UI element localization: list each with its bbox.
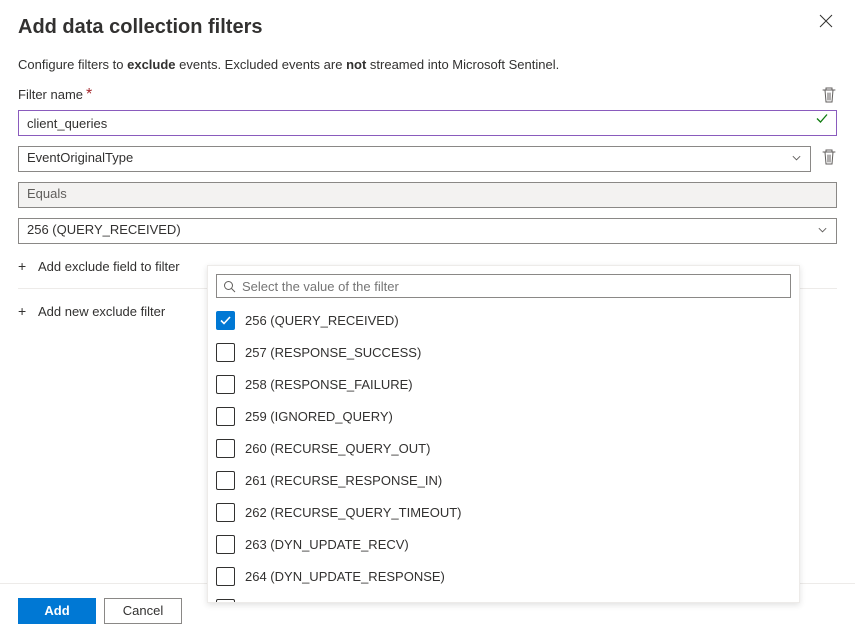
option-label: 260 (RECURSE_QUERY_OUT) [245, 441, 430, 456]
field-select-value: EventOriginalType [27, 150, 133, 165]
option-label: 263 (DYN_UPDATE_RECV) [245, 537, 409, 552]
dropdown-option-list[interactable]: 256 (QUERY_RECEIVED) 257 (RESPONSE_SUCCES… [208, 304, 799, 602]
dropdown-option[interactable]: 265 (IXFR_REQ_OUT) [216, 592, 791, 602]
option-label: 258 (RESPONSE_FAILURE) [245, 377, 413, 392]
chevron-down-icon [817, 224, 828, 239]
dropdown-option[interactable]: 258 (RESPONSE_FAILURE) [216, 368, 791, 400]
dropdown-option[interactable]: 260 (RECURSE_QUERY_OUT) [216, 432, 791, 464]
field-select[interactable]: EventOriginalType [18, 146, 811, 172]
filter-name-label: Filter name [18, 87, 83, 102]
option-label: 259 (IGNORED_QUERY) [245, 409, 393, 424]
page-title: Add data collection filters [18, 16, 837, 39]
dropdown-option[interactable]: 257 (RESPONSE_SUCCESS) [216, 336, 791, 368]
subtitle-text: Configure filters to exclude events. Exc… [0, 43, 855, 80]
dropdown-option[interactable]: 256 (QUERY_RECEIVED) [216, 304, 791, 336]
option-label: 261 (RECURSE_RESPONSE_IN) [245, 473, 442, 488]
dropdown-option[interactable]: 262 (RECURSE_QUERY_TIMEOUT) [216, 496, 791, 528]
checkbox[interactable] [216, 407, 235, 426]
value-dropdown-panel: 256 (QUERY_RECEIVED) 257 (RESPONSE_SUCCES… [207, 265, 800, 603]
required-indicator: * [86, 86, 92, 103]
delete-field-button[interactable] [821, 148, 837, 171]
trash-icon [821, 86, 837, 104]
close-button[interactable] [819, 14, 833, 32]
checkbox[interactable] [216, 471, 235, 490]
plus-icon: + [18, 303, 30, 319]
close-icon [819, 14, 833, 28]
option-label: 257 (RESPONSE_SUCCESS) [245, 345, 421, 360]
dropdown-option[interactable]: 264 (DYN_UPDATE_RESPONSE) [216, 560, 791, 592]
chevron-down-icon [791, 152, 802, 167]
option-label: 262 (RECURSE_QUERY_TIMEOUT) [245, 505, 461, 520]
checkbox[interactable] [216, 535, 235, 554]
add-button[interactable]: Add [18, 598, 96, 624]
checkbox[interactable] [216, 599, 235, 603]
option-label: 264 (DYN_UPDATE_RESPONSE) [245, 569, 445, 584]
dropdown-search-input[interactable] [236, 279, 784, 294]
plus-icon: + [18, 258, 30, 274]
checkbox[interactable] [216, 439, 235, 458]
value-select[interactable]: 256 (QUERY_RECEIVED) [18, 218, 837, 244]
filter-name-input[interactable] [18, 110, 837, 136]
operator-value: Equals [27, 186, 67, 201]
checkbox[interactable] [216, 503, 235, 522]
dropdown-option[interactable]: 263 (DYN_UPDATE_RECV) [216, 528, 791, 560]
validation-check-icon [815, 112, 829, 129]
search-icon [223, 280, 236, 293]
value-select-value: 256 (QUERY_RECEIVED) [27, 222, 181, 237]
checkbox[interactable] [216, 343, 235, 362]
delete-filter-button[interactable] [821, 86, 837, 104]
cancel-button[interactable]: Cancel [104, 598, 182, 624]
trash-icon [821, 148, 837, 166]
dropdown-option[interactable]: 259 (IGNORED_QUERY) [216, 400, 791, 432]
dropdown-option[interactable]: 261 (RECURSE_RESPONSE_IN) [216, 464, 791, 496]
operator-select: Equals [18, 182, 837, 208]
option-label: 256 (QUERY_RECEIVED) [245, 313, 399, 328]
checkbox[interactable] [216, 567, 235, 586]
dropdown-search-box[interactable] [216, 274, 791, 298]
checkbox-checked[interactable] [216, 311, 235, 330]
option-label: 265 (IXFR_REQ_OUT) [245, 601, 379, 603]
checkbox[interactable] [216, 375, 235, 394]
